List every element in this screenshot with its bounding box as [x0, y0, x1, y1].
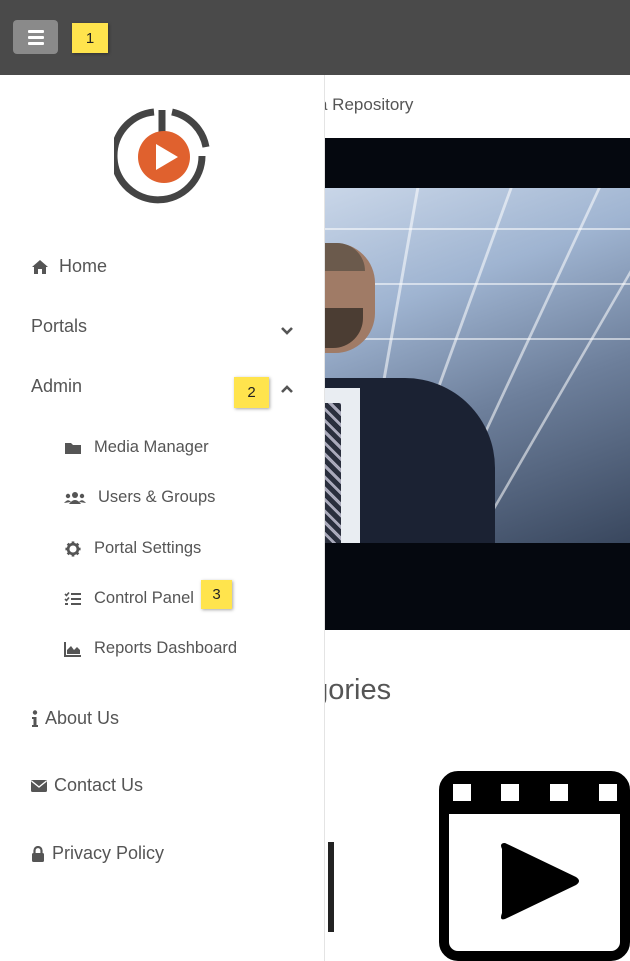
sidebar-item-label: About Us: [45, 708, 120, 728]
partial-icon: [328, 842, 334, 932]
area-chart-icon: [64, 641, 81, 657]
submenu-item-label: Users & Groups: [98, 488, 216, 506]
annotation-badge-2: 2: [234, 377, 269, 408]
play-logo-icon[interactable]: [114, 107, 212, 205]
submenu-item-control-panel[interactable]: Control Panel: [64, 589, 194, 608]
featured-video[interactable]: [325, 138, 630, 630]
info-icon: [32, 709, 38, 727]
submenu-item-label: Control Panel: [94, 589, 194, 607]
home-icon: [32, 259, 48, 274]
chevron-up-icon[interactable]: [280, 384, 294, 394]
sidebar-nav: [0, 75, 325, 961]
sidebar-item-label: Admin: [31, 376, 83, 396]
submenu-item-label: Media Manager: [94, 438, 209, 456]
sidebar-item-home[interactable]: Home: [31, 256, 107, 277]
submenu-item-label: Portal Settings: [94, 539, 202, 557]
submenu-item-reports-dashboard[interactable]: Reports Dashboard: [64, 639, 237, 658]
sidebar-item-privacy-policy[interactable]: Privacy Policy: [31, 843, 164, 864]
sidebar-item-label: Portals: [31, 316, 88, 336]
users-icon: [64, 491, 86, 504]
hamburger-menu-button[interactable]: [13, 20, 58, 54]
sidebar-item-admin[interactable]: Admin: [31, 376, 82, 397]
sidebar-item-label: Contact Us: [54, 775, 144, 795]
sidebar-item-contact-us[interactable]: Contact Us: [31, 775, 143, 796]
annotation-badge-1: 1: [72, 23, 108, 53]
gear-icon: [65, 540, 81, 557]
list-check-icon: [64, 591, 81, 605]
hamburger-icon: [27, 29, 44, 33]
lock-icon: [32, 845, 44, 862]
submenu-item-label: Reports Dashboard: [94, 639, 238, 657]
video-frame-image: [325, 188, 630, 543]
submenu-item-portal-settings[interactable]: Portal Settings: [64, 539, 201, 558]
chevron-down-icon[interactable]: [280, 326, 294, 336]
submenu-item-media-manager[interactable]: Media Manager: [64, 438, 209, 457]
annotation-badge-3: 3: [201, 580, 232, 609]
envelope-icon: [31, 779, 47, 792]
folder-icon: [65, 442, 81, 454]
sidebar-item-label: Privacy Policy: [52, 843, 165, 863]
submenu-item-users-groups[interactable]: Users & Groups: [64, 488, 215, 507]
sidebar-item-label: Home: [59, 256, 108, 276]
page-title-fragment: a Repository: [318, 95, 414, 114]
sidebar-item-about-us[interactable]: About Us: [31, 708, 119, 729]
sidebar-item-portals[interactable]: Portals: [31, 316, 87, 337]
film-play-icon[interactable]: [439, 771, 630, 961]
